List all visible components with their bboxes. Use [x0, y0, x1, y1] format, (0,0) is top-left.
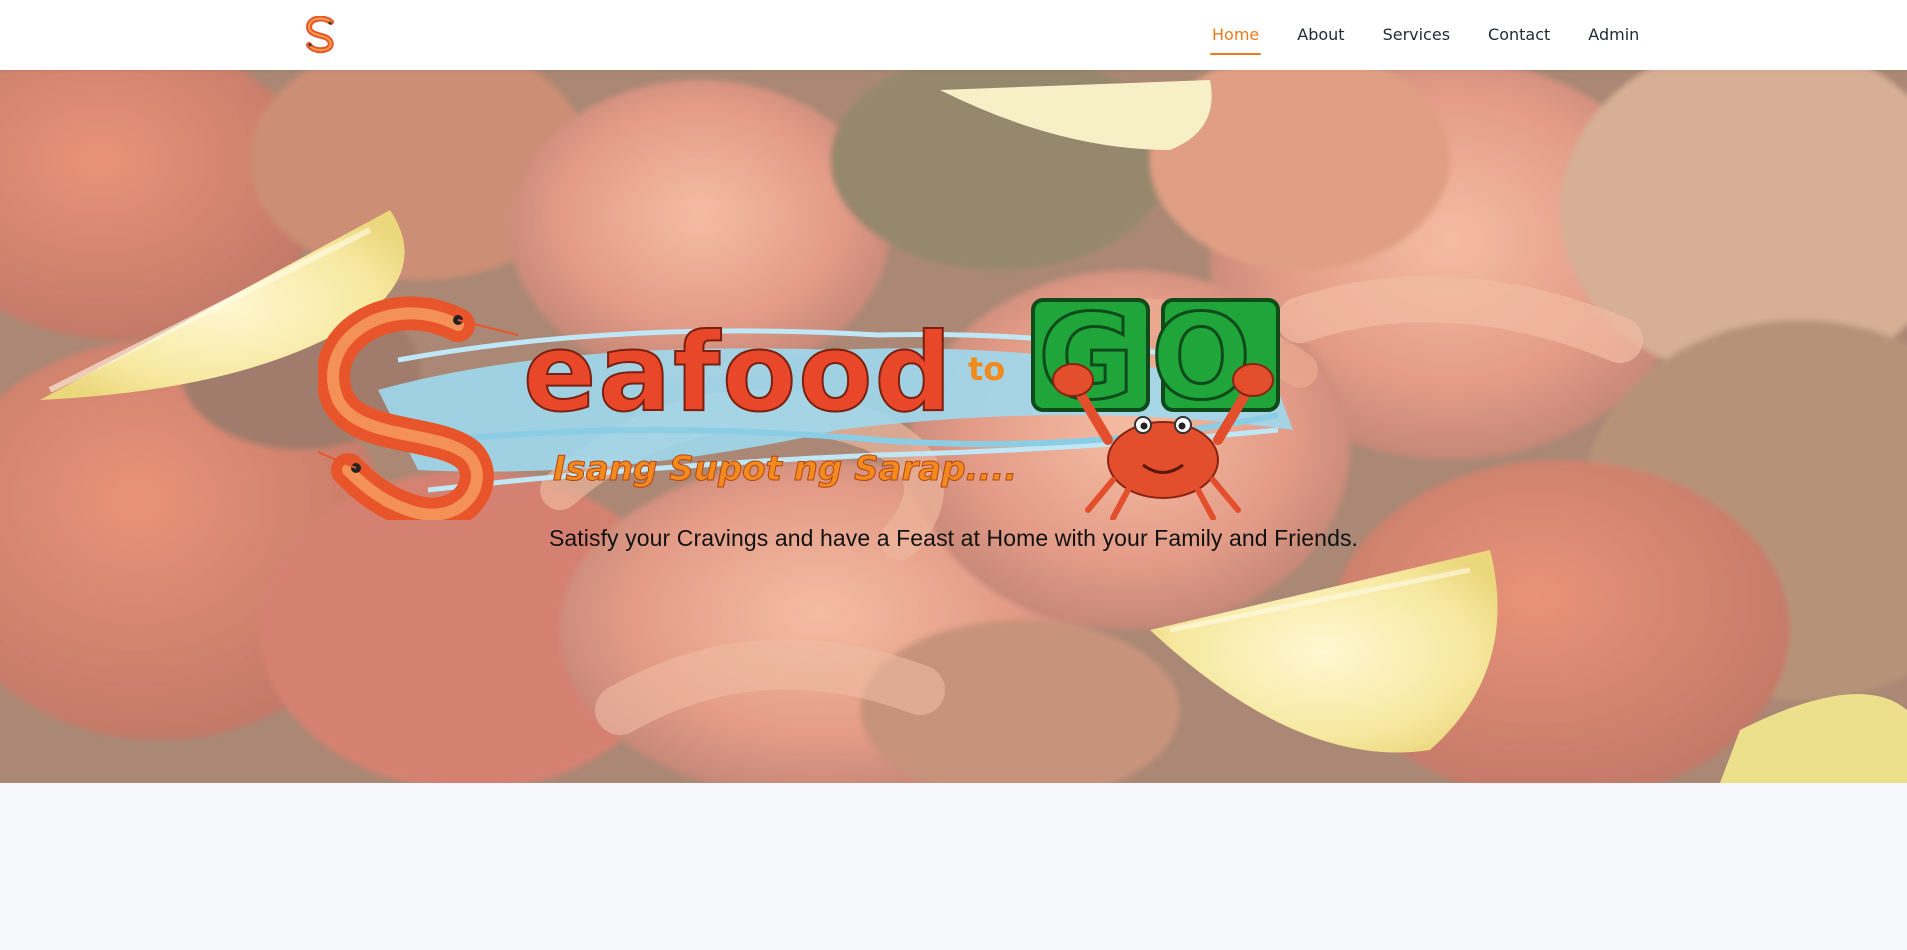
main-nav: Home About Services Contact Admin: [1210, 0, 1675, 70]
nav-services-link[interactable]: Services: [1381, 21, 1452, 49]
brand-name-part2: GO: [1038, 288, 1267, 426]
nav-home-link[interactable]: Home: [1210, 21, 1262, 55]
brand-name-part1: eafood: [523, 311, 954, 436]
top-navbar: Home About Services Contact Admin: [0, 0, 1907, 70]
hero-tagline: Satisfy your Cravings and have a Feast a…: [548, 525, 1359, 551]
nav-about-link[interactable]: About: [1295, 21, 1346, 49]
nav-admin-link[interactable]: Admin: [1586, 21, 1641, 49]
shrimp-s-logo-icon[interactable]: [303, 16, 339, 54]
brand-name-connector: to: [968, 350, 1005, 388]
brand-slogan: Isang Supot ng Sarap....: [553, 449, 1017, 489]
nav-contact-link[interactable]: Contact: [1486, 21, 1552, 49]
seafood-to-go-logo: eafood to GO Isang Supot ng Sarap....: [318, 287, 1293, 520]
hero-banner: eafood to GO Isang Supot ng Sarap.... Sa…: [0, 70, 1907, 783]
content-section: [0, 783, 1907, 950]
